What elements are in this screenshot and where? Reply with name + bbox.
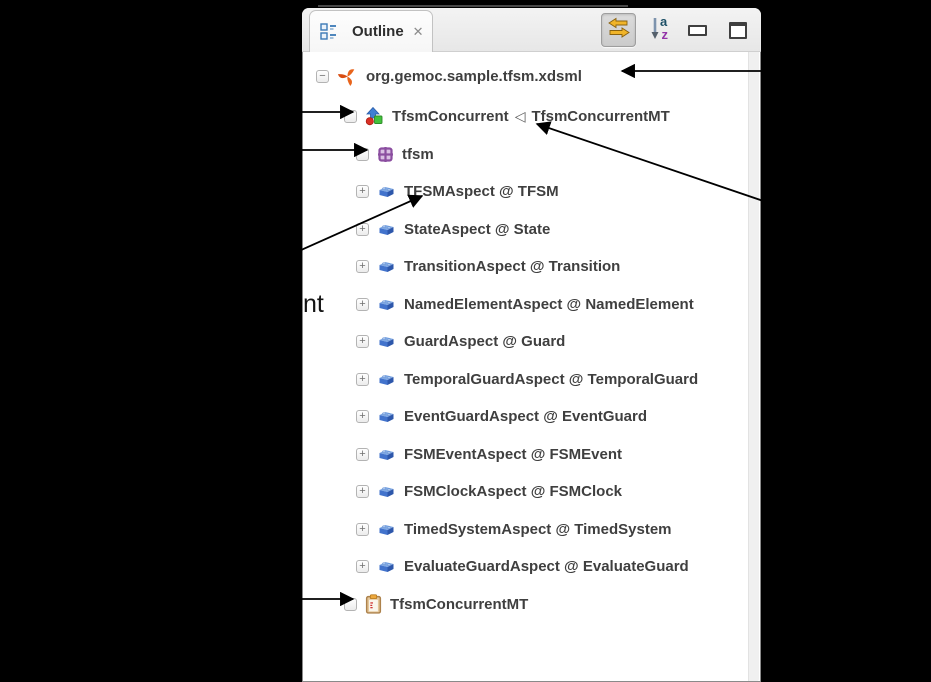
tree-row[interactable]: − org.gemoc.sample.tfsm.xdsml	[302, 54, 761, 98]
tree-node-label: StateAspect @ State	[404, 221, 550, 238]
tree-node-label: TimedSystemAspect @ TimedSystem	[404, 521, 672, 538]
expand-toggle[interactable]: +	[356, 298, 369, 311]
moc-clipboard-icon	[365, 594, 382, 614]
tree-node-label: TfsmConcurrent	[392, 108, 509, 125]
cropped-background-text: nt	[303, 290, 324, 319]
window-top-edge	[318, 5, 628, 7]
aspect-icon	[377, 447, 396, 462]
outline-view-panel: Outline ✕ a z	[302, 8, 761, 682]
tree-row[interactable]: + TimedSystemAspect @ TimedSystem	[302, 511, 761, 549]
tree-node-label: org.gemoc.sample.tfsm.xdsml	[366, 68, 582, 85]
aspect-icon	[377, 409, 396, 424]
tree-row[interactable]: + EvaluateGuardAspect @ EvaluateGuard	[302, 548, 761, 586]
aspect-icon	[377, 297, 396, 312]
tree-node-label: EventGuardAspect @ EventGuard	[404, 408, 647, 425]
collapse-toggle[interactable]: −	[316, 70, 329, 83]
tree-node-label-target: TfsmConcurrentMT	[531, 108, 669, 125]
tree-row[interactable]: + FSMEventAspect @ FSMEvent	[302, 436, 761, 474]
vertical-scrollbar[interactable]	[748, 52, 759, 681]
maximize-icon	[729, 22, 747, 39]
tree-row[interactable]: + EventGuardAspect @ EventGuard	[302, 398, 761, 436]
inherits-triangle-icon: ◁	[515, 108, 526, 125]
tab-outline[interactable]: Outline ✕	[309, 10, 433, 52]
tree-node-label: TransitionAspect @ Transition	[404, 258, 620, 275]
aspect-icon	[377, 259, 396, 274]
tree-node-label: NamedElementAspect @ NamedElement	[404, 296, 694, 313]
expand-toggle[interactable]	[356, 148, 369, 161]
tree-row[interactable]: tfsm	[302, 136, 761, 174]
aspect-icon	[377, 484, 396, 499]
gemoc-model-icon	[337, 66, 358, 87]
tree-row[interactable]: + FSMClockAspect @ FSMClock	[302, 473, 761, 511]
aspect-icon	[377, 184, 396, 199]
view-header: Outline ✕ a z	[302, 8, 761, 52]
tree-row[interactable]: + TFSMAspect @ TFSM	[302, 173, 761, 211]
tree-node-label: TemporalGuardAspect @ TemporalGuard	[404, 371, 698, 388]
tree-row[interactable]: + TransitionAspect @ Transition	[302, 248, 761, 286]
expand-toggle[interactable]	[344, 598, 357, 611]
expand-toggle[interactable]: +	[356, 485, 369, 498]
tree-row[interactable]: + StateAspect @ State	[302, 211, 761, 249]
aspect-icon	[377, 222, 396, 237]
tree-node-label: TfsmConcurrentMT	[390, 596, 528, 613]
expand-toggle[interactable]: +	[356, 335, 369, 348]
link-with-editor-button[interactable]	[601, 13, 636, 47]
tree-row[interactable]: TfsmConcurrentMT	[302, 586, 761, 624]
language-icon	[365, 107, 384, 126]
view-toolbar: a z	[601, 8, 747, 52]
aspect-icon	[377, 559, 396, 574]
outline-view-icon	[320, 23, 337, 40]
link-with-editor-icon	[607, 16, 631, 45]
sort-alphabetical-button[interactable]: a z	[650, 14, 674, 47]
tree-row[interactable]: TfsmConcurrent ◁ TfsmConcurrentMT	[302, 98, 761, 136]
aspect-icon	[377, 334, 396, 349]
sort-letter-z: z	[662, 27, 669, 42]
tree-row[interactable]: + NamedElementAspect @ NamedElement	[302, 286, 761, 324]
metamodel-icon	[377, 146, 394, 163]
maximize-button[interactable]	[729, 22, 747, 39]
tree-node-label: TFSMAspect @ TFSM	[404, 183, 559, 200]
tab-close-icon[interactable]: ✕	[413, 24, 424, 40]
tree-node-label: FSMClockAspect @ FSMClock	[404, 483, 622, 500]
minimize-button[interactable]	[688, 25, 715, 36]
tree-node-label: tfsm	[402, 146, 434, 163]
expand-toggle[interactable]: +	[356, 260, 369, 273]
expand-toggle[interactable]: +	[356, 410, 369, 423]
tree-node-label: FSMEventAspect @ FSMEvent	[404, 446, 622, 463]
expand-toggle[interactable]: +	[356, 373, 369, 386]
tab-label: Outline	[352, 23, 404, 40]
tree-row[interactable]: + TemporalGuardAspect @ TemporalGuard	[302, 361, 761, 399]
tree-node-label: EvaluateGuardAspect @ EvaluateGuard	[404, 558, 689, 575]
expand-toggle[interactable]: +	[356, 523, 369, 536]
sort-alphabetical-icon: a z	[650, 14, 674, 47]
aspect-icon	[377, 372, 396, 387]
expand-toggle[interactable]: +	[356, 223, 369, 236]
expand-toggle[interactable]	[344, 110, 357, 123]
expand-toggle[interactable]: +	[356, 448, 369, 461]
tree-node-label: GuardAspect @ Guard	[404, 333, 565, 350]
aspect-icon	[377, 522, 396, 537]
expand-toggle[interactable]: +	[356, 560, 369, 573]
outline-tree: − org.gemoc.sample.tfsm.xdsml	[302, 52, 761, 682]
tree-row[interactable]: + GuardAspect @ Guard	[302, 323, 761, 361]
minimize-icon	[688, 25, 707, 36]
expand-toggle[interactable]: +	[356, 185, 369, 198]
